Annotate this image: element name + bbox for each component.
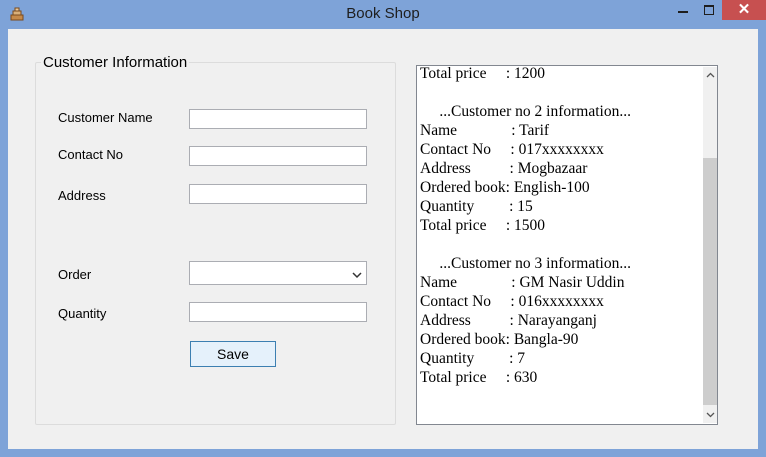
output-line: Quantity : 15 bbox=[420, 198, 533, 215]
output-line: Contact No : 016xxxxxxxx bbox=[420, 293, 604, 310]
address-input[interactable] bbox=[189, 184, 367, 204]
output-line: Total price : 1500 bbox=[420, 217, 546, 234]
output-line: Ordered book: English-100 bbox=[420, 179, 590, 196]
customer-name-label: Customer Name bbox=[58, 110, 153, 125]
close-icon: ✕ bbox=[737, 1, 751, 18]
chevron-up-icon[interactable] bbox=[703, 67, 717, 84]
order-dropdown[interactable] bbox=[189, 261, 367, 285]
customer-name-input[interactable] bbox=[189, 109, 367, 129]
output-line: Total price : 1200 bbox=[420, 65, 546, 82]
quantity-label: Quantity bbox=[58, 306, 107, 321]
contact-no-input[interactable] bbox=[189, 146, 367, 166]
book-shop-window: Book Shop ✕ Customer Information Custome… bbox=[0, 0, 766, 457]
output-line: Quantity : 7 bbox=[420, 350, 526, 367]
chevron-down-icon[interactable] bbox=[703, 406, 717, 423]
contact-no-label: Contact No bbox=[58, 147, 124, 162]
output-line: Ordered book: Bangla-90 bbox=[420, 331, 579, 348]
scrollbar-thumb[interactable] bbox=[703, 158, 717, 405]
group-title: Customer Information bbox=[41, 54, 190, 71]
save-button[interactable]: Save bbox=[190, 341, 276, 367]
title-bar[interactable]: Book Shop ✕ bbox=[0, 0, 766, 29]
output-line: Contact No : 017xxxxxxxx bbox=[420, 141, 604, 158]
customer-output-textbox[interactable]: Total price : 1200 ...Customer no 2 info… bbox=[416, 65, 718, 425]
output-line: Address : Mogbazaar bbox=[420, 160, 588, 177]
address-label: Address bbox=[58, 188, 106, 203]
quantity-input[interactable] bbox=[189, 302, 367, 322]
output-line: Name : GM Nasir Uddin bbox=[420, 274, 625, 291]
output-line: Total price : 630 bbox=[420, 369, 538, 386]
vertical-scrollbar[interactable] bbox=[703, 67, 717, 423]
output-line: Name : Tarif bbox=[420, 122, 550, 139]
maximize-button[interactable] bbox=[696, 0, 722, 20]
window-title: Book Shop bbox=[346, 5, 420, 22]
client-area: Customer Information Customer Name Conta… bbox=[8, 29, 758, 449]
output-line: Address : Narayanganj bbox=[420, 312, 597, 329]
output-line: ...Customer no 2 information... bbox=[420, 103, 631, 120]
minimize-button[interactable] bbox=[669, 0, 696, 20]
close-button[interactable]: ✕ bbox=[722, 0, 766, 20]
chevron-down-icon[interactable] bbox=[352, 267, 362, 279]
output-text: Total price : 1200 ...Customer no 2 info… bbox=[420, 65, 700, 387]
order-label: Order bbox=[58, 267, 92, 282]
output-line: ...Customer no 3 information... bbox=[420, 255, 631, 272]
